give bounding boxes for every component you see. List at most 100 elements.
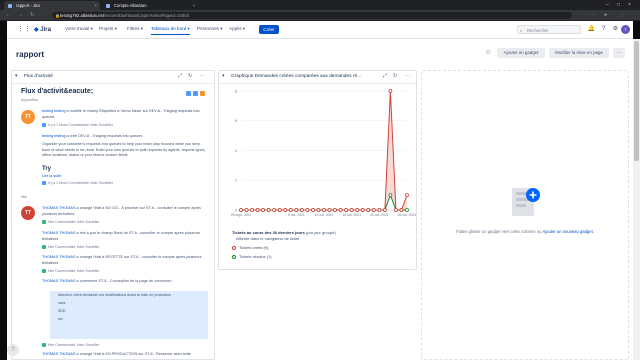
add-gadget-button[interactable]: Ajouter un gadget: [497, 48, 545, 58]
help-icon[interactable]: ?: [599, 25, 608, 34]
dropzone-message: Faites glisser un gadget vers cette colo…: [422, 229, 628, 234]
url-host: testing792.atlassian.net: [60, 12, 104, 18]
add-new-gadget-link[interactable]: Ajouter un nouveau gadget.: [542, 229, 593, 234]
jira-top-nav: ⋮⋮ ◆ Jira Votre travail ▾ Projets ▾ Filt…: [7, 21, 633, 39]
user-link[interactable]: THOMAS THOMAS: [42, 279, 75, 283]
empty-column-dropzone[interactable]: Faites glisser un gadget vers cette colo…: [421, 70, 629, 360]
collapse-icon[interactable]: ▾: [222, 73, 225, 79]
section-label-today: Aujourd'hui: [21, 98, 38, 102]
menu-votre-travail[interactable]: Votre travail ▾: [65, 26, 93, 32]
user-link[interactable]: THOMAS THOMAS: [42, 231, 75, 235]
settings-gear-icon[interactable]: ⚙: [611, 25, 620, 34]
chart-subtitle-text: Tickets au cours des 30 derniers jours: [232, 230, 305, 235]
story-icon: [42, 343, 46, 348]
read-more-link[interactable]: Lire la suite: [42, 174, 207, 180]
user-link[interactable]: THOMAS THOMAS: [42, 255, 75, 259]
data-point-created: [399, 208, 404, 212]
user-link[interactable]: THOMAS THOMAS: [42, 206, 75, 210]
tab-compte-atlassian[interactable]: Compte Atlassian ×: [102, 1, 198, 10]
quote-line: case: [58, 301, 66, 305]
data-point-created: [266, 208, 271, 212]
dropzone-text: Faites glisser un gadget vers cette colo…: [456, 229, 543, 234]
legend-created-label: Tickets créés (9): [239, 245, 269, 250]
collapse-icon[interactable]: ▾: [15, 73, 18, 79]
data-point-created: [294, 208, 299, 212]
add-gadget-illustration-icon: [512, 188, 540, 216]
search-input[interactable]: ⌕ Rechercher: [517, 25, 581, 34]
close-icon[interactable]: ×: [95, 1, 97, 10]
window-close-icon[interactable]: ×: [628, 0, 631, 10]
filter-icon[interactable]: [186, 91, 191, 96]
activity-actions[interactable]: Hier Commentaire Voter Surveiller: [48, 269, 99, 273]
activity-actions[interactable]: Hier Commentaire Voter Surveiller: [48, 220, 99, 224]
activity-actions[interactable]: Il y a 1 heure Commentaire Voter Surveil…: [48, 123, 113, 127]
data-point-created: [250, 208, 254, 212]
reload-icon[interactable]: ↻: [30, 10, 34, 20]
menu-applis[interactable]: Applis ▾: [229, 26, 245, 32]
activity-actions[interactable]: Il y a 1 heure Commentaire Voter Surveil…: [48, 181, 113, 185]
menu-tableaux-de-bord[interactable]: Tableaux de bord ▾: [151, 26, 190, 35]
notifications-icon[interactable]: 🔔: [587, 25, 596, 34]
browser-menu-icon[interactable]: ⋮: [620, 10, 625, 20]
more-actions-button[interactable]: ⋯: [613, 48, 625, 58]
help-chat-icon[interactable]: ?: [7, 344, 19, 356]
user-avatar[interactable]: T: [621, 25, 630, 34]
legend-created[interactable]: Tickets créés (9): [232, 245, 268, 250]
data-point-created: [349, 208, 354, 212]
create-button[interactable]: Créer: [259, 25, 279, 34]
jira-logo[interactable]: ◆ Jira: [34, 26, 51, 33]
data-point-resolved: [388, 193, 393, 198]
story-icon: [42, 269, 46, 274]
star-icon[interactable]: ☆: [485, 48, 491, 56]
activity-stream-gadget: ▾ Flux d'activité ⤢ ↻ ⋯ Flux d'activit&e…: [11, 70, 215, 360]
tab-rapport[interactable]: rapport - Jira ×: [4, 1, 100, 10]
minimize-icon[interactable]: –: [606, 0, 609, 10]
expand-icon[interactable]: ⤢: [383, 73, 387, 79]
avatar[interactable]: TT: [21, 110, 35, 124]
data-point-created: [239, 208, 243, 212]
expand-icon[interactable]: ⤢: [178, 73, 182, 79]
user-link[interactable]: testing testing: [42, 109, 65, 113]
menu-personnes[interactable]: Personnes ▾: [197, 26, 223, 32]
app-switcher-icon[interactable]: ⋮⋮: [17, 26, 31, 34]
close-icon[interactable]: ×: [193, 1, 195, 10]
scrollbar-thumb[interactable]: [634, 41, 639, 161]
extensions-icon[interactable]: ⋯: [590, 10, 595, 20]
data-point-created: [405, 193, 409, 198]
comment-quote: Attention client demande ces modificatio…: [50, 291, 208, 339]
legend-resolved[interactable]: Tickets résolus (1): [232, 254, 272, 259]
gadget-menu-icon[interactable]: ⋯: [405, 73, 410, 79]
activity-actions[interactable]: Hier Commentaire Voter Surveiller: [48, 343, 99, 347]
profile-icon[interactable]: ●: [604, 10, 607, 20]
gadget-header: ▾ Graphique Demandes créées comparées au…: [219, 71, 416, 84]
legend-resolved-marker: [232, 254, 236, 259]
gadget-menu-icon[interactable]: ⋯: [200, 73, 205, 79]
edit-layout-button[interactable]: Modifier la mise en page: [549, 48, 609, 58]
avatar[interactable]: TT: [21, 206, 35, 220]
list-view-icon[interactable]: [193, 91, 198, 96]
refresh-icon[interactable]: ↻: [393, 73, 397, 79]
description-title: Try: [42, 166, 52, 172]
back-icon[interactable]: ←: [6, 10, 11, 20]
activity-actions[interactable]: Hier Commentaire Voter Surveiller: [48, 245, 99, 249]
issue-navigator-link[interactable]: Afficher dans le navigateur de ticket: [236, 236, 299, 241]
data-point-created: [371, 208, 376, 212]
rss-feed-icon[interactable]: [200, 91, 205, 96]
forward-icon[interactable]: →: [18, 10, 23, 20]
activity-entry: testing testing a modifié le champ Étiqu…: [42, 109, 207, 120]
url-field[interactable]: 🔒 testing792.atlassian.net/secure/Dashbo…: [52, 11, 572, 19]
maximize-icon[interactable]: □: [617, 0, 620, 10]
data-point-created: [377, 208, 382, 212]
menu-projets[interactable]: Projets ▾: [99, 26, 117, 32]
user-link[interactable]: THOMAS THOMAS: [42, 352, 75, 356]
task-icon: [42, 181, 46, 186]
activity-entry: THOMAS THOMAS a commenté ST-6 - Concepti…: [42, 279, 207, 285]
activity-meta: Hier Commentaire Voter Surveiller: [42, 245, 99, 250]
activity-text: a créé DEV-8 - Triaging requests into qu…: [65, 134, 143, 138]
activity-entry: THOMAS THOMAS a changé l'état à NO GO - …: [42, 206, 207, 217]
x-tick-label: 15 oct. 2021: [342, 213, 361, 217]
menu-filtres[interactable]: Filtres ▾: [127, 26, 143, 32]
user-link[interactable]: testing testing: [42, 134, 65, 138]
jira-favicon-icon: [8, 3, 12, 8]
refresh-icon[interactable]: ↻: [188, 73, 192, 79]
